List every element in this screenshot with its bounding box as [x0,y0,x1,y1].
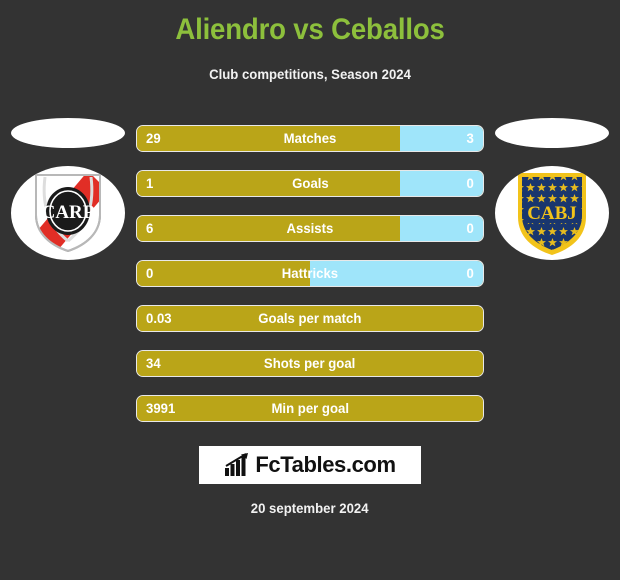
stat-away-value: 3 [466,130,474,146]
stat-label: Goals [291,175,329,191]
stat-row: 6 Assists 0 [136,215,484,242]
stat-label: Hattricks [281,265,339,281]
away-team-crest: CABJ [492,118,612,278]
away-crest-ellipse-top [495,118,609,148]
home-team-crest: CARP [8,118,128,278]
stat-label: Min per goal [271,400,349,416]
stats-comparison-list: 29 Matches 3 1 Goals 0 6 Assists 0 0 Hat… [136,125,484,440]
stat-row: 1 Goals 0 [136,170,484,197]
stat-row: 0 Hattricks 0 [136,260,484,287]
away-crest-disc: CABJ [495,166,609,260]
river-plate-crest-icon: CARP [35,174,101,253]
page-title: Aliendro vs Ceballos [175,13,445,46]
page-subtitle: Club competitions, Season 2024 [209,66,411,82]
boca-juniors-crest-icon: CABJ [518,173,586,255]
fctables-watermark: FcTables.com [199,446,421,484]
home-crest-monogram: CARP [42,202,95,223]
away-crest-monogram: CABJ [527,203,577,224]
stat-label: Matches [283,130,337,146]
footer-date: 20 september 2024 [251,500,369,516]
stat-away-value: 0 [466,220,474,236]
home-crest-ellipse-top [11,118,125,148]
home-crest-disc: CARP [11,166,125,260]
fctables-watermark-text: FcTables.com [255,452,396,477]
stat-label: Assists [286,220,334,236]
stat-away-value: 0 [466,265,474,281]
stat-away-value: 0 [466,175,474,191]
stat-row: 29 Matches 3 [136,125,484,152]
stat-row: 0.03 Goals per match [136,305,484,332]
header: Aliendro vs Ceballos Club competitions, … [0,0,620,84]
stat-row: 3991 Min per goal [136,395,484,422]
stat-label: Shots per goal [264,355,356,371]
stat-label: Goals per match [258,310,362,326]
bar-chart-growth-icon [225,453,249,476]
stat-row: 34 Shots per goal [136,350,484,377]
